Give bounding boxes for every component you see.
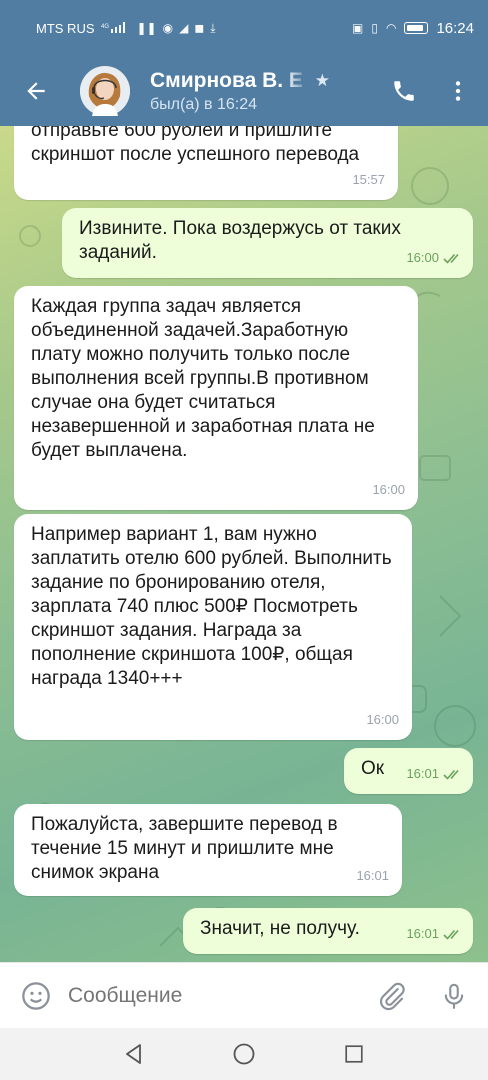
vk-notification-icon: ◼: [194, 21, 205, 35]
system-navigation-bar: [0, 1028, 488, 1080]
message-time: 16:00: [406, 250, 439, 265]
message-status: 16:01: [406, 922, 463, 946]
message-time: 16:00: [372, 482, 405, 497]
double-check-icon: [443, 254, 459, 264]
message-bubble-incoming[interactable]: Например вариант 1, вам нужно заплатить …: [14, 514, 412, 740]
message-time: 15:57: [352, 172, 385, 187]
kebab-menu-icon: [455, 81, 461, 101]
message-bubble-incoming[interactable]: отправьте 600 рублей и пришлите скриншот…: [14, 126, 398, 200]
circle-home-icon: [233, 1043, 255, 1065]
paperclip-icon: [380, 982, 405, 1010]
message-text: Пожалуйста, завершите перевод в течение …: [31, 814, 338, 883]
message-time: 16:00: [366, 712, 399, 727]
message-list[interactable]: отправьте 600 рублей и пришлите скриншот…: [0, 126, 488, 962]
message-time: 16:01: [406, 766, 439, 781]
square-recents-icon: [345, 1045, 363, 1063]
message-text: отправьте 600 рублей и пришлите скриншот…: [31, 126, 360, 165]
chat-header: Смирнова В. Е ★ был(а) в 16:24: [0, 56, 488, 126]
status-time: 16:24: [436, 19, 474, 37]
microphone-icon: [444, 983, 464, 1009]
message-bubble-outgoing[interactable]: Ок 16:01: [344, 748, 473, 794]
carrier-label: MTS RUS: [36, 20, 95, 36]
nav-recents-button[interactable]: [334, 1034, 374, 1074]
message-text: Извините. Пока воздержусь от таких задан…: [79, 218, 401, 263]
telegram-notification-icon: ◢: [179, 21, 189, 35]
battery-icon: [404, 22, 429, 34]
message-time: 16:01: [406, 926, 439, 941]
star-icon: ★: [314, 70, 330, 90]
call-button[interactable]: [380, 67, 428, 115]
message-bubble-incoming[interactable]: Каждая группа задач является объединенно…: [14, 286, 418, 510]
message-bubble-outgoing[interactable]: Значит, не получу. 16:01: [183, 908, 473, 954]
download-icon: ⤓: [210, 20, 216, 35]
attach-button[interactable]: [368, 972, 416, 1020]
double-check-icon: [443, 770, 459, 780]
message-text: Каждая группа задач является объединенно…: [31, 296, 375, 461]
wifi-icon: ◠: [385, 21, 397, 35]
smile-icon: [22, 981, 50, 1010]
back-button[interactable]: [8, 63, 64, 119]
more-options-button[interactable]: [434, 67, 482, 115]
status-bar: MTS RUS 4G ❚❚ ◉ ◢ ◼ ⤓ ▣ ▯ ◠ 16:24: [0, 0, 488, 56]
nav-home-button[interactable]: [224, 1034, 264, 1074]
message-status: 16:00: [406, 246, 463, 270]
message-time: 16:01: [356, 868, 389, 883]
message-composer: [0, 962, 488, 1028]
message-input[interactable]: [68, 983, 348, 1008]
vibrate-icon: ▯: [371, 21, 378, 35]
nav-back-button[interactable]: [114, 1034, 154, 1074]
app-notification-icon: ◉: [162, 21, 174, 35]
triangle-back-icon: [126, 1044, 141, 1064]
avatar[interactable]: [80, 66, 130, 116]
phone-icon: [394, 81, 414, 101]
contact-name[interactable]: Смирнова В. Е: [150, 69, 309, 93]
last-seen-status: был(а) в 16:24: [150, 95, 257, 113]
message-text: Например вариант 1, вам нужно заплатить …: [31, 524, 392, 689]
voice-message-button[interactable]: [430, 972, 478, 1020]
nfc-icon: ▣: [352, 21, 364, 35]
pause-icon: ❚❚: [136, 21, 157, 35]
message-bubble-incoming[interactable]: Пожалуйста, завершите перевод в течение …: [14, 804, 402, 896]
svg-text:4G: 4G: [101, 24, 109, 30]
signal-icon: 4G: [101, 21, 131, 36]
arrow-left-icon: [27, 82, 45, 100]
message-bubble-outgoing[interactable]: Извините. Пока воздержусь от таких задан…: [62, 208, 473, 278]
double-check-icon: [443, 930, 459, 940]
message-status: 16:01: [406, 762, 463, 786]
emoji-button[interactable]: [12, 972, 60, 1020]
